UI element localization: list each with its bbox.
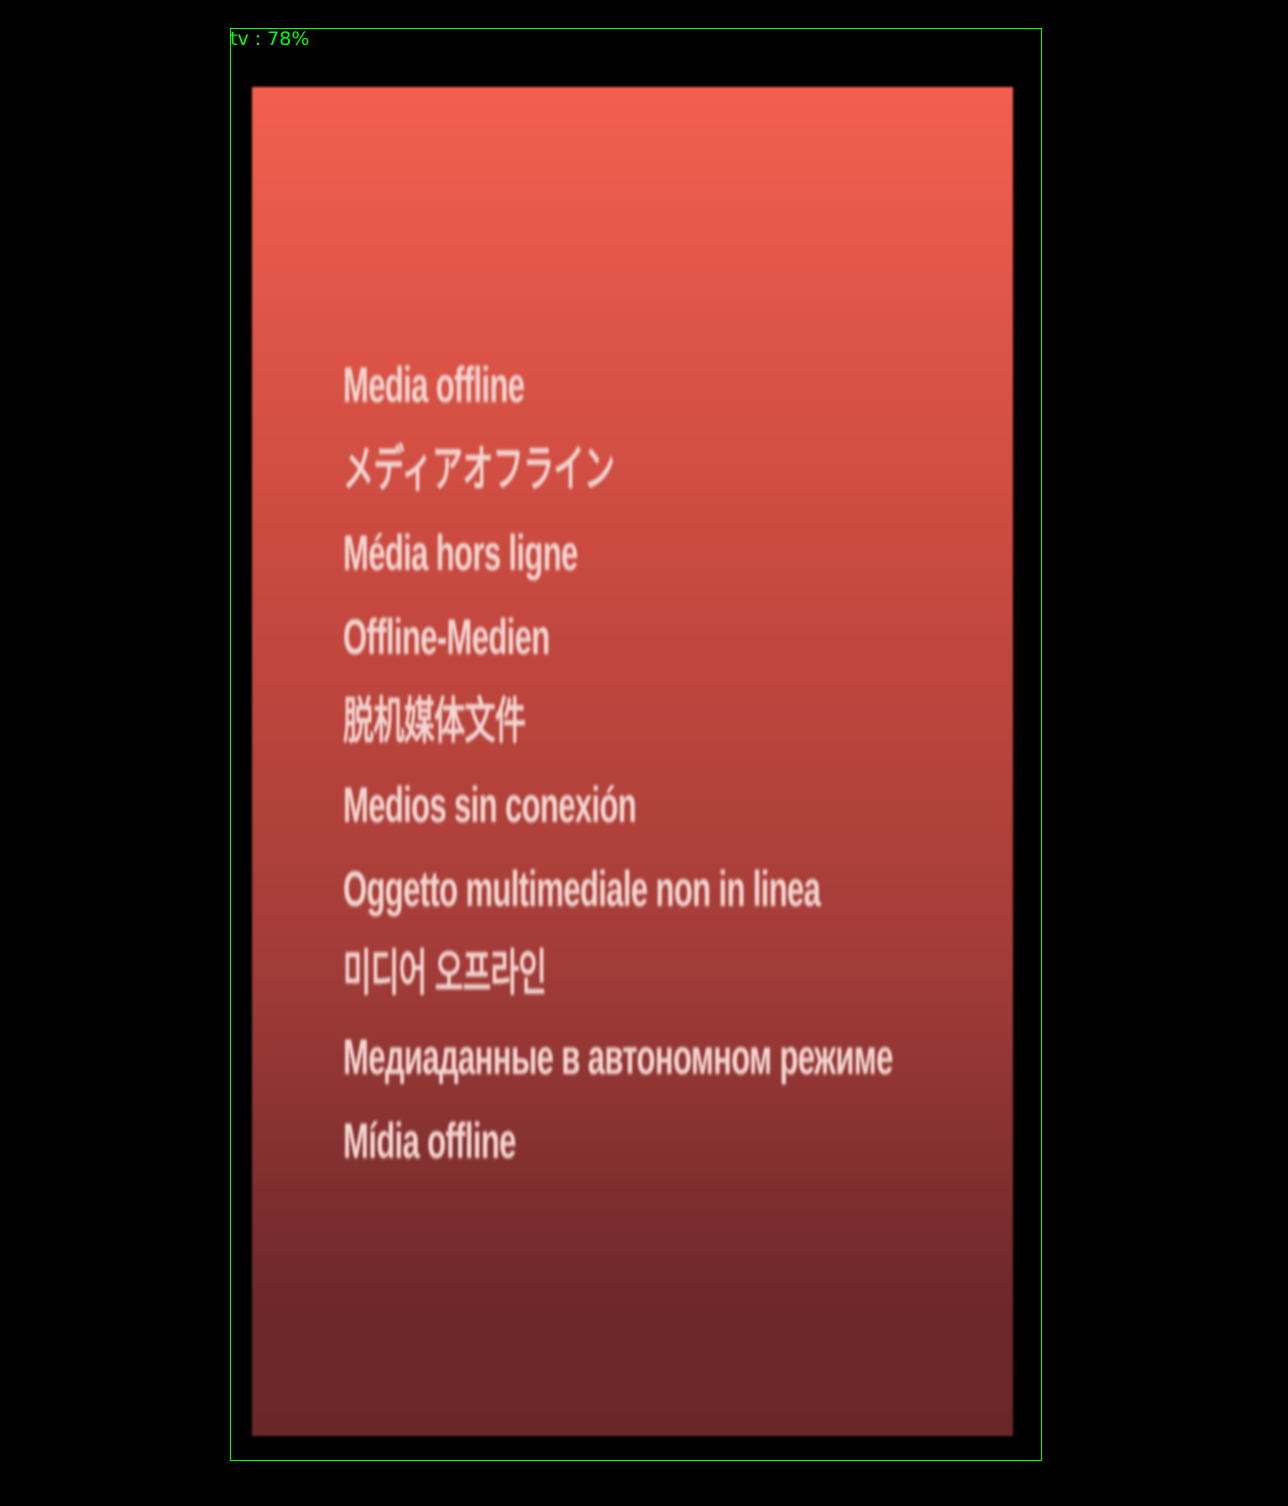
detection-box: [230, 28, 1042, 1461]
detection-label: tv : 78%: [230, 28, 310, 50]
